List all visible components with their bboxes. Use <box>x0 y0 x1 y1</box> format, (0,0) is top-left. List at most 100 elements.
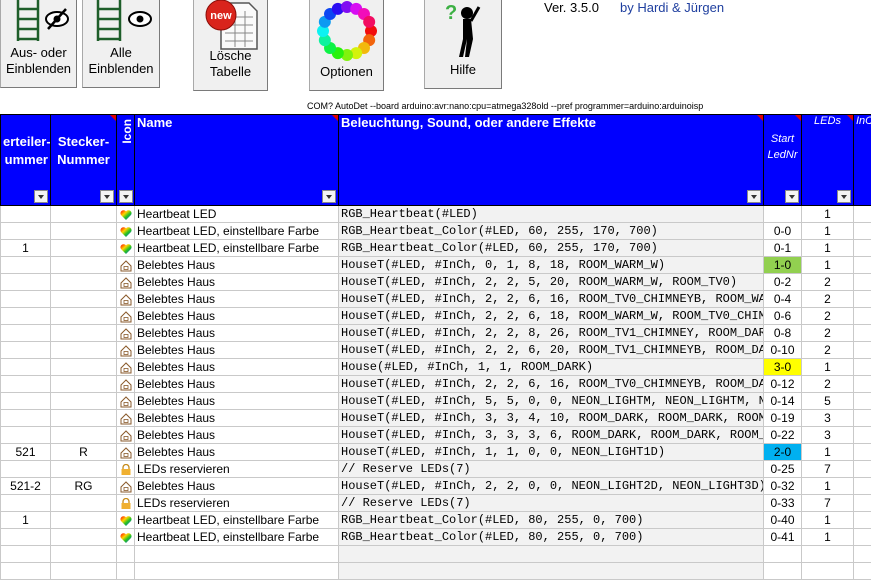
effekt-cell[interactable]: HouseT(#LED, #InCh, 2, 2, 6, 16, ROOM_TV… <box>339 291 764 308</box>
name-cell[interactable]: LEDs reservieren <box>135 461 339 478</box>
verteiler-cell[interactable] <box>1 546 51 563</box>
icon-cell[interactable] <box>117 393 135 410</box>
icon-cell[interactable] <box>117 223 135 240</box>
name-cell[interactable]: Belebtes Haus <box>135 342 339 359</box>
icon-cell[interactable] <box>117 461 135 478</box>
name-cell[interactable]: Belebtes Haus <box>135 376 339 393</box>
leds-cell[interactable]: 1 <box>802 240 854 257</box>
hide-columns-button[interactable]: Aus- oder Einblenden <box>0 0 77 88</box>
leds-cell[interactable]: 2 <box>802 308 854 325</box>
leds-cell[interactable]: 7 <box>802 495 854 512</box>
name-cell[interactable]: Belebtes Haus <box>135 308 339 325</box>
verteiler-cell[interactable]: 521-2 <box>1 478 51 495</box>
effekt-cell[interactable]: HouseT(#LED, #InCh, 2, 2, 6, 20, ROOM_TV… <box>339 342 764 359</box>
inch-cell[interactable] <box>854 257 871 274</box>
start-lednr-cell[interactable]: 0-4 <box>764 291 802 308</box>
leds-cell[interactable]: 3 <box>802 427 854 444</box>
stecker-cell[interactable] <box>51 495 117 512</box>
stecker-cell[interactable]: RG <box>51 478 117 495</box>
effekt-cell[interactable]: HouseT(#LED, #InCh, 0, 1, 8, 18, ROOM_WA… <box>339 257 764 274</box>
verteiler-cell[interactable] <box>1 410 51 427</box>
verteiler-cell[interactable] <box>1 342 51 359</box>
effekt-cell[interactable]: RGB_Heartbeat(#LED) <box>339 206 764 223</box>
effekt-cell[interactable]: RGB_Heartbeat_Color(#LED, 80, 255, 0, 70… <box>339 529 764 546</box>
inch-cell[interactable] <box>854 291 871 308</box>
leds-cell[interactable]: 2 <box>802 325 854 342</box>
inch-cell[interactable] <box>854 478 871 495</box>
effekt-cell[interactable]: // Reserve LEDs(7) <box>339 461 764 478</box>
name-cell[interactable]: Belebtes Haus <box>135 291 339 308</box>
verteiler-cell[interactable] <box>1 359 51 376</box>
filter-dropdown-icon[interactable] <box>747 190 761 203</box>
verteiler-cell[interactable] <box>1 223 51 240</box>
leds-cell[interactable]: 2 <box>802 342 854 359</box>
start-lednr-cell[interactable]: 0-0 <box>764 223 802 240</box>
stecker-cell[interactable] <box>51 223 117 240</box>
verteiler-cell[interactable] <box>1 529 51 546</box>
clear-table-button[interactable]: new Lösche Tabelle <box>193 0 268 91</box>
verteiler-cell[interactable] <box>1 427 51 444</box>
verteiler-cell[interactable] <box>1 376 51 393</box>
stecker-cell[interactable] <box>51 376 117 393</box>
start-lednr-cell[interactable]: 0-25 <box>764 461 802 478</box>
leds-cell[interactable]: 7 <box>802 461 854 478</box>
name-cell[interactable]: Heartbeat LED, einstellbare Farbe <box>135 512 339 529</box>
leds-cell[interactable]: 3 <box>802 410 854 427</box>
icon-cell[interactable] <box>117 359 135 376</box>
inch-cell[interactable] <box>854 563 871 580</box>
name-cell[interactable]: Belebtes Haus <box>135 444 339 461</box>
start-lednr-cell[interactable]: 0-19 <box>764 410 802 427</box>
effekt-cell[interactable] <box>339 546 764 563</box>
effekt-cell[interactable]: House(#LED, #InCh, 1, 1, ROOM_DARK) <box>339 359 764 376</box>
stecker-cell[interactable] <box>51 529 117 546</box>
stecker-cell[interactable] <box>51 274 117 291</box>
leds-cell[interactable]: 1 <box>802 444 854 461</box>
leds-cell[interactable] <box>802 563 854 580</box>
column-header-icon[interactable]: Icon <box>117 115 135 206</box>
options-button[interactable]: Optionen <box>309 0 384 91</box>
leds-cell[interactable] <box>802 546 854 563</box>
leds-cell[interactable]: 1 <box>802 257 854 274</box>
effekt-cell[interactable]: HouseT(#LED, #InCh, 1, 1, 0, 0, NEON_LIG… <box>339 444 764 461</box>
verteiler-cell[interactable] <box>1 563 51 580</box>
filter-dropdown-icon[interactable] <box>322 190 336 203</box>
name-cell[interactable]: Belebtes Haus <box>135 393 339 410</box>
start-lednr-cell[interactable]: 0-22 <box>764 427 802 444</box>
inch-cell[interactable] <box>854 359 871 376</box>
filter-dropdown-icon[interactable] <box>837 190 851 203</box>
name-cell[interactable]: Belebtes Haus <box>135 274 339 291</box>
start-lednr-cell[interactable]: 1-0 <box>764 257 802 274</box>
effekt-cell[interactable]: HouseT(#LED, #InCh, 2, 2, 6, 18, ROOM_WA… <box>339 308 764 325</box>
icon-cell[interactable] <box>117 512 135 529</box>
leds-cell[interactable]: 1 <box>802 529 854 546</box>
icon-cell[interactable] <box>117 478 135 495</box>
name-cell[interactable]: LEDs reservieren <box>135 495 339 512</box>
inch-cell[interactable] <box>854 325 871 342</box>
name-cell[interactable]: Belebtes Haus <box>135 427 339 444</box>
verteiler-cell[interactable]: 1 <box>1 512 51 529</box>
inch-cell[interactable] <box>854 427 871 444</box>
name-cell[interactable]: Heartbeat LED, einstellbare Farbe <box>135 240 339 257</box>
effekt-cell[interactable]: HouseT(#LED, #InCh, 2, 2, 5, 20, ROOM_WA… <box>339 274 764 291</box>
effekt-cell[interactable] <box>339 563 764 580</box>
leds-cell[interactable]: 5 <box>802 393 854 410</box>
stecker-cell[interactable] <box>51 257 117 274</box>
icon-cell[interactable] <box>117 427 135 444</box>
inch-cell[interactable] <box>854 546 871 563</box>
inch-cell[interactable] <box>854 495 871 512</box>
verteiler-cell[interactable]: 1 <box>1 240 51 257</box>
icon-cell[interactable] <box>117 291 135 308</box>
inch-cell[interactable] <box>854 308 871 325</box>
column-header-stecker[interactable]: Stecker- Nummer <box>51 115 117 206</box>
verteiler-cell[interactable] <box>1 257 51 274</box>
show-all-button[interactable]: Alle Einblenden <box>82 0 160 88</box>
start-lednr-cell[interactable] <box>764 546 802 563</box>
inch-cell[interactable] <box>854 206 871 223</box>
start-lednr-cell[interactable]: 0-14 <box>764 393 802 410</box>
verteiler-cell[interactable] <box>1 308 51 325</box>
start-lednr-cell[interactable]: 2-0 <box>764 444 802 461</box>
column-header-name[interactable]: Name <box>135 115 339 206</box>
filter-dropdown-icon[interactable] <box>34 190 48 203</box>
name-cell[interactable]: Belebtes Haus <box>135 325 339 342</box>
filter-dropdown-icon[interactable] <box>119 190 133 203</box>
